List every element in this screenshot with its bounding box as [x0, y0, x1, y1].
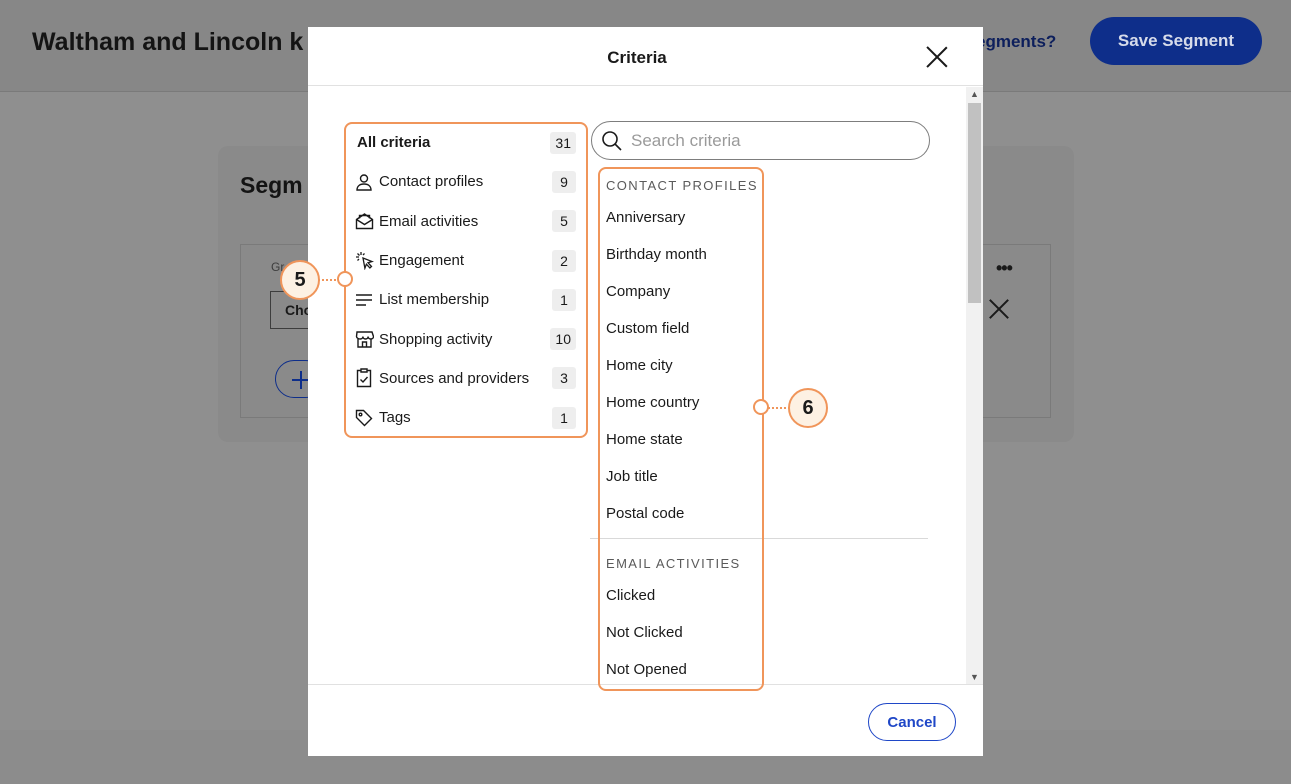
- save-segment-button[interactable]: Save Segment: [1090, 17, 1262, 65]
- ellipsis-icon[interactable]: •••: [996, 258, 1013, 279]
- remove-group-icon[interactable]: [988, 298, 1010, 320]
- callout-knob: [753, 399, 769, 415]
- callout-badge-5: 5: [280, 260, 320, 300]
- search-field[interactable]: [591, 121, 930, 160]
- search-input[interactable]: [631, 130, 911, 151]
- modal-header: Criteria: [308, 27, 983, 86]
- search-icon: [602, 130, 622, 151]
- close-icon[interactable]: [925, 45, 949, 69]
- segment-card-title: Segm: [240, 172, 303, 198]
- segment-name-title: Waltham and Lincoln k: [32, 28, 304, 56]
- cancel-button[interactable]: Cancel: [868, 703, 956, 741]
- callout-connector: [768, 407, 790, 409]
- scroll-down-arrow-icon[interactable]: ▼: [966, 670, 983, 684]
- scroll-up-arrow-icon[interactable]: ▲: [966, 87, 983, 101]
- modal-footer: Cancel: [308, 684, 983, 756]
- help-link[interactable]: egments?: [976, 32, 1056, 52]
- callout-badge-6: 6: [788, 388, 828, 428]
- callout-knob: [337, 271, 353, 287]
- scroll-thumb[interactable]: [968, 103, 981, 303]
- category-highlight-box: [344, 122, 588, 438]
- scrollbar[interactable]: ▲ ▼: [966, 87, 983, 684]
- modal-title: Criteria: [607, 48, 667, 67]
- criteria-highlight-box: [598, 167, 764, 691]
